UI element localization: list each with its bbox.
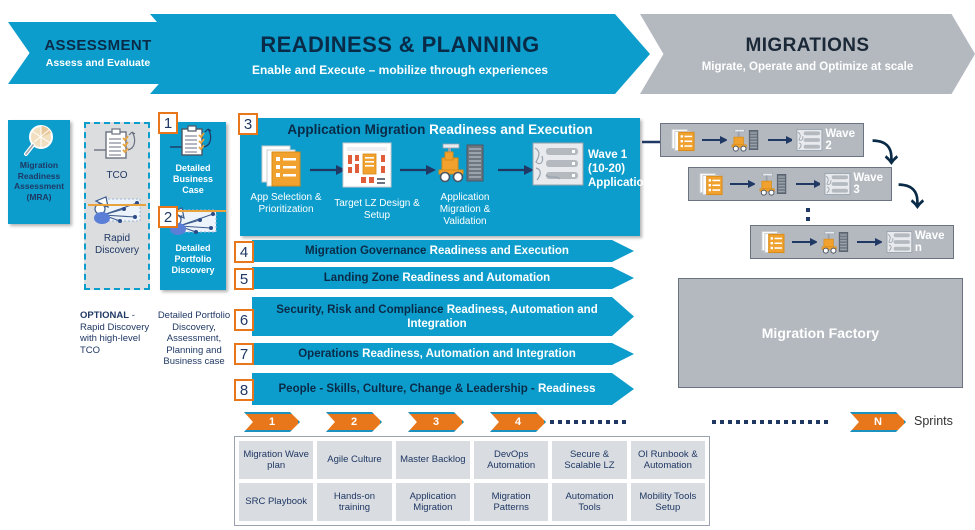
migration-factory-label: Migration Factory — [761, 325, 880, 341]
card-item[interactable]: Secure & Scalable LZ — [552, 441, 627, 479]
hook-arrow-icon-2: ⤵ — [898, 182, 925, 212]
optional-column[interactable]: TCO Rapid Discovery — [84, 122, 150, 290]
panel3-title: Application Migration Readiness and Exec… — [287, 122, 593, 137]
card-item[interactable]: Migration Wave plan — [239, 441, 314, 479]
badge-6: 6 — [234, 309, 254, 331]
banner-migrations-title: MIGRATIONS — [745, 35, 870, 56]
mra-label: Migration Readiness Assessment (MRA) — [13, 160, 65, 202]
bar-operations[interactable]: Operations Readiness, Automation and Int… — [252, 343, 634, 365]
sprint-dots-right — [712, 420, 828, 424]
hook-arrow-icon-1: ⤵ — [872, 138, 899, 168]
server-rack-icon — [532, 142, 584, 186]
card-item[interactable]: Mobility Tools Setup — [630, 483, 705, 521]
wave-box-2[interactable]: Wave 2 — [660, 123, 864, 157]
bar-people[interactable]: People - Skills, Culture, Change & Leade… — [252, 373, 634, 405]
sprint-dots-left — [550, 420, 626, 424]
badge-8: 8 — [234, 379, 254, 401]
banner-readiness-title: READINESS & PLANNING — [260, 31, 540, 57]
step-1-label: App Selection & Prioritization — [250, 192, 322, 215]
arrow-right-icon — [310, 165, 346, 175]
bar-migration-governance[interactable]: Migration Governance Readiness and Execu… — [252, 240, 634, 262]
landing-zone-diagram-icon — [342, 142, 392, 188]
wave-2-label: Wave 2 — [825, 128, 855, 152]
arrow-right-icon — [857, 238, 883, 246]
sprints-label: Sprints — [914, 414, 953, 428]
wave-n-label: Wave n — [914, 230, 945, 254]
card-item[interactable]: OI Runbook & Automation — [630, 441, 705, 479]
arrow-right-icon — [498, 165, 534, 175]
tile-migration-readiness-assessment[interactable]: Migration Readiness Assessment (MRA) — [8, 120, 70, 224]
arrow-right-icon — [767, 136, 793, 144]
document-list-icon — [761, 230, 785, 254]
forklift-server-icon — [821, 231, 848, 254]
banner-readiness-subtitle: Enable and Execute – mobilize through ex… — [251, 62, 549, 77]
arrow-right-icon — [729, 180, 755, 188]
clipboard-checklist-icon — [94, 128, 136, 159]
bar-landing-zone[interactable]: Landing Zone Readiness and Automation — [252, 267, 634, 289]
banner-readiness-planning: READINESS & PLANNING Enable and Execute … — [150, 14, 650, 94]
sprint-1[interactable]: 1 — [244, 412, 300, 432]
card-item[interactable]: Migration Patterns — [474, 483, 549, 521]
network-nodes-icon — [94, 196, 141, 224]
card-item[interactable]: Agile Culture — [317, 441, 392, 479]
badge-7: 7 — [234, 343, 254, 365]
badge-3: 3 — [238, 113, 258, 135]
server-rack-icon — [886, 230, 913, 254]
detailed-portfolio-discovery-label: Detailed Portfolio Discovery — [171, 243, 215, 275]
card-item[interactable]: Hands-on training — [317, 483, 392, 521]
wave-1-label: Wave 1 (10-20) Applications — [588, 149, 658, 189]
card-item[interactable]: Master Backlog — [395, 441, 470, 479]
card-item[interactable]: Automation Tools — [552, 483, 627, 521]
banner-migrations: MIGRATIONS Migrate, Operate and Optimize… — [640, 14, 975, 94]
bar-security-risk-compliance[interactable]: Security, Risk and Compliance Readiness,… — [252, 297, 634, 336]
banner-assessment-title: ASSESSMENT — [44, 37, 152, 54]
application-migration-panel[interactable]: Application Migration Readiness and Exec… — [240, 118, 658, 236]
badge-4: 4 — [234, 241, 254, 263]
forklift-server-icon — [438, 143, 484, 183]
card-item[interactable]: SRC Playbook — [239, 483, 314, 521]
step-2-label: Target LZ Design & Setup — [334, 198, 420, 221]
magnifier-pie-icon — [24, 125, 53, 156]
forklift-server-icon — [759, 173, 787, 196]
wave-box-3[interactable]: Wave 3 — [688, 167, 892, 201]
banner-migrations-subtitle: Migrate, Operate and Optimize at scale — [701, 61, 914, 73]
banner-assessment: ASSESSMENT Assess and Evaluate — [8, 22, 188, 84]
optional-divider — [88, 204, 146, 206]
server-rack-icon — [824, 172, 851, 196]
card-item[interactable]: DevOps Automation — [474, 441, 549, 479]
badge-2: 2 — [158, 206, 178, 228]
arrow-right-icon — [701, 136, 727, 144]
wave-3-label: Wave 3 — [853, 172, 883, 196]
arrow-right-icon — [400, 165, 436, 175]
deliverables-panel: Migration Wave plan Agile Culture Master… — [234, 436, 710, 526]
optional-column-caption: OPTIONAL - Rapid Discovery with high-lev… — [80, 310, 150, 356]
document-list-icon — [261, 145, 301, 187]
sprint-4[interactable]: 4 — [490, 412, 546, 432]
arrow-right-icon — [795, 180, 821, 188]
optional-rapid-discovery-label: Rapid Discovery — [95, 233, 139, 256]
arrow-right-icon — [791, 238, 817, 246]
server-rack-icon — [796, 128, 823, 152]
detailed-business-case-label: Detailed Business Case — [172, 163, 214, 195]
migration-factory-box[interactable]: Migration Factory — [678, 278, 963, 388]
badge-1: 1 — [158, 112, 178, 134]
card-item[interactable]: Application Migration — [395, 483, 470, 521]
sprint-2[interactable]: 2 — [326, 412, 382, 432]
banner-assessment-subtitle: Assess and Evaluate — [45, 57, 151, 69]
badge-5: 5 — [234, 268, 254, 290]
wave-box-n[interactable]: Wave n — [750, 225, 954, 259]
document-list-icon — [671, 128, 695, 152]
sprint-n[interactable]: N — [850, 412, 906, 432]
forklift-server-icon — [731, 129, 759, 152]
sprint-3[interactable]: 3 — [408, 412, 464, 432]
step-3-label: Application Migration & Validation — [439, 192, 491, 227]
blue-column-caption: Detailed Portfolio Discovery, Assessment… — [157, 310, 231, 367]
optional-tco-label: TCO — [106, 170, 128, 181]
document-list-icon — [699, 172, 723, 196]
